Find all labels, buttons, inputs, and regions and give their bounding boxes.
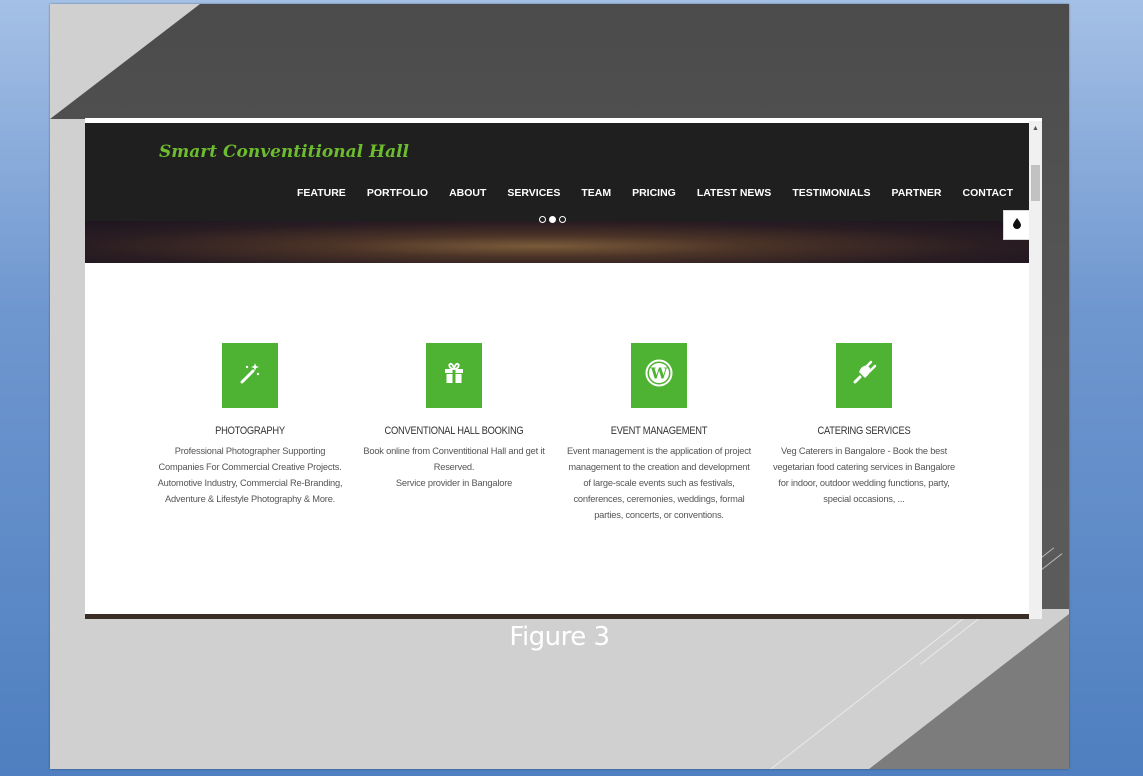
slide-decor-triangle-top — [50, 4, 200, 119]
feature-catering: CATERING SERVICES Veg Caterers in Bangal… — [769, 343, 959, 507]
feature-title: CONVENTIONAL HALL BOOKING — [384, 425, 524, 437]
nav-item-portfolio[interactable]: PORTFOLIO — [367, 187, 428, 199]
feature-icon-box — [836, 343, 892, 408]
gift-icon — [443, 362, 465, 389]
nav-item-feature[interactable]: FEATURE — [297, 187, 346, 199]
main-nav: FEATURE PORTFOLIO ABOUT SERVICES TEAM PR… — [297, 187, 1034, 199]
nav-item-team[interactable]: TEAM — [581, 187, 611, 199]
feature-icon-box — [426, 343, 482, 408]
feature-title: EVENT MANAGEMENT — [610, 425, 708, 437]
scrollbar[interactable]: ▲ — [1029, 121, 1042, 619]
nav-item-testimonials[interactable]: TESTIMONIALS — [792, 187, 870, 199]
feature-event-management: W EVENT MANAGEMENT Event management is t… — [564, 343, 754, 523]
feature-photography: PHOTOGRAPHY Professional Photographer Su… — [155, 343, 345, 507]
site-logo[interactable]: Smart Conventitional Hall — [159, 142, 409, 162]
feature-icon-box: W — [631, 343, 687, 408]
site-header: Smart Conventitional Hall FEATURE PORTFO… — [85, 123, 1029, 221]
feature-title: CATERING SERVICES — [817, 425, 911, 437]
feature-text: Professional Photographer Supporting Com… — [157, 446, 343, 504]
wordpress-icon: W — [645, 359, 673, 392]
nav-item-latest-news[interactable]: LATEST NEWS — [697, 187, 771, 199]
hero-slider — [85, 216, 1029, 263]
theme-toggle-button[interactable] — [1003, 210, 1031, 240]
svg-text:W: W — [650, 365, 669, 383]
nav-item-services[interactable]: SERVICES — [507, 187, 560, 199]
slide-decor-left-strip — [50, 119, 85, 614]
nav-item-contact[interactable]: CONTACT — [962, 187, 1013, 199]
plug-icon — [851, 360, 877, 391]
figure-caption: Figure 3 — [509, 622, 610, 652]
magic-wand-icon — [238, 361, 262, 390]
website-screenshot: Smart Conventitional Hall FEATURE PORTFO… — [85, 118, 1042, 619]
feature-title: PHOTOGRAPHY — [215, 425, 285, 437]
feature-icon-box — [222, 343, 278, 408]
scrollbar-thumb[interactable] — [1031, 165, 1040, 201]
nav-item-pricing[interactable]: PRICING — [632, 187, 676, 199]
presentation-slide: Smart Conventitional Hall FEATURE PORTFO… — [50, 4, 1069, 769]
scroll-up-arrow-icon[interactable]: ▲ — [1032, 125, 1039, 132]
feature-text: Book online from Conventitional Hall and… — [363, 446, 545, 488]
feature-hall-booking: CONVENTIONAL HALL BOOKING Book online fr… — [359, 343, 549, 491]
slider-dot[interactable] — [559, 216, 566, 223]
slider-dots — [539, 216, 566, 223]
slider-dot[interactable] — [539, 216, 546, 223]
nav-item-partner[interactable]: PARTNER — [892, 187, 942, 199]
feature-text: Veg Caterers in Bangalore - Book the bes… — [772, 446, 956, 504]
nav-item-about[interactable]: ABOUT — [449, 187, 486, 199]
feature-text: Event management is the application of p… — [566, 446, 752, 520]
next-section-edge — [85, 614, 1029, 619]
droplet-icon — [1013, 216, 1021, 234]
slider-dot-active[interactable] — [549, 216, 556, 223]
